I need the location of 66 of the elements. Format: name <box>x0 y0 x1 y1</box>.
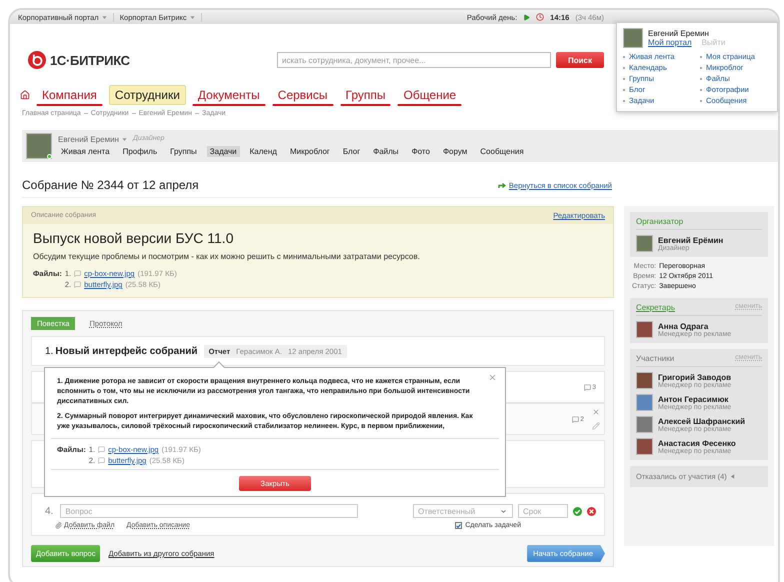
profile-tab[interactable]: Микроблог <box>286 146 333 157</box>
cancel-icon[interactable] <box>587 506 596 516</box>
avatar-placeholder <box>636 394 653 411</box>
nav-tab[interactable]: Сотрудники <box>108 85 186 105</box>
profile-tab[interactable]: Сообщения <box>477 146 527 157</box>
avatar-placeholder <box>636 235 653 252</box>
nav-tab[interactable]: Компания <box>36 84 103 106</box>
avatar-placeholder <box>636 372 653 389</box>
panel-title: Организатор <box>636 217 684 226</box>
avatar-placeholder <box>636 416 653 433</box>
comment-icon <box>572 416 580 422</box>
profile-tab[interactable]: Форум <box>440 146 470 157</box>
caret-icon <box>102 14 107 20</box>
profile-tab[interactable]: Живая лента <box>58 146 113 157</box>
caret-icon <box>730 474 735 479</box>
logo-icon <box>28 51 46 69</box>
confirm-icon[interactable] <box>573 506 582 516</box>
profile-tab[interactable]: Календ <box>246 146 280 157</box>
search-button[interactable]: Поиск <box>556 52 604 68</box>
deadline-field[interactable]: Срок <box>518 504 568 518</box>
logo-text: 1С·БИТРИКС <box>50 52 130 68</box>
responsible-dropdown[interactable]: Ответственный <box>413 504 513 518</box>
nav-tab[interactable]: Сервисы <box>272 84 334 106</box>
delete-icon[interactable] <box>592 408 600 416</box>
person-name[interactable]: Григорий Заводов <box>658 372 732 382</box>
avatar-placeholder <box>623 28 643 48</box>
profile-tab[interactable]: Блог <box>340 146 364 157</box>
edit-icon[interactable] <box>592 422 600 430</box>
avatar-placeholder <box>636 438 653 455</box>
profile-tab[interactable]: Группы <box>167 146 200 157</box>
home-icon[interactable] <box>20 90 30 100</box>
item-number: 1. <box>45 346 54 356</box>
panel-title: Участники <box>636 354 674 363</box>
nav-tab[interactable]: Группы <box>340 84 392 106</box>
nav-tab[interactable]: Общение <box>397 84 462 106</box>
profile-tab[interactable]: Файлы <box>370 146 402 157</box>
caret-icon <box>122 137 127 142</box>
person-name[interactable]: Антон Герасимюк <box>658 394 732 404</box>
paperclip-icon <box>55 522 62 529</box>
person-name[interactable]: Анастасия Фесенко <box>658 438 736 448</box>
profile-tab[interactable]: Фото <box>408 146 433 157</box>
question-field[interactable]: Вопрос <box>60 504 358 518</box>
person-name[interactable]: Евгений Ерёмин <box>658 236 724 244</box>
comment-icon <box>584 384 592 390</box>
clock-icon <box>536 13 544 21</box>
caret-icon <box>190 14 195 20</box>
meeting-title: Выпуск новой версии БУС 11.0 <box>33 230 234 246</box>
play-icon[interactable] <box>523 14 530 20</box>
avatar-placeholder <box>636 321 653 338</box>
task-checkbox[interactable] <box>455 522 462 529</box>
caret-icon[interactable] <box>500 508 507 514</box>
user-name: Евгений Еремин <box>648 29 710 38</box>
nav-tab[interactable]: Документы <box>192 84 266 106</box>
person-name[interactable]: Анна Одрага <box>658 322 732 330</box>
my-portal-link[interactable]: Мой портал <box>648 38 692 47</box>
profile-tab[interactable]: Профиль <box>120 146 160 157</box>
back-arrow-icon <box>498 182 506 188</box>
profile-tab[interactable]: Задачи <box>206 146 240 157</box>
item-number: 4. <box>45 506 54 516</box>
meeting-description: Обсудим текущие проблемы и посмотрим - как их можно решить с минимальными затратами ресурсов. <box>33 252 421 261</box>
search-field[interactable]: искать сотрудника, документ, прочее... <box>277 52 551 68</box>
page-title: Собрание № 2344 от 12 апреля <box>22 178 199 192</box>
profile-name[interactable]: Евгений Еремин <box>58 135 119 144</box>
close-button[interactable] <box>488 373 497 382</box>
person-name[interactable]: Алексей Шафранский <box>658 416 746 426</box>
item-title: Новый интерфейс собраний <box>55 346 198 356</box>
